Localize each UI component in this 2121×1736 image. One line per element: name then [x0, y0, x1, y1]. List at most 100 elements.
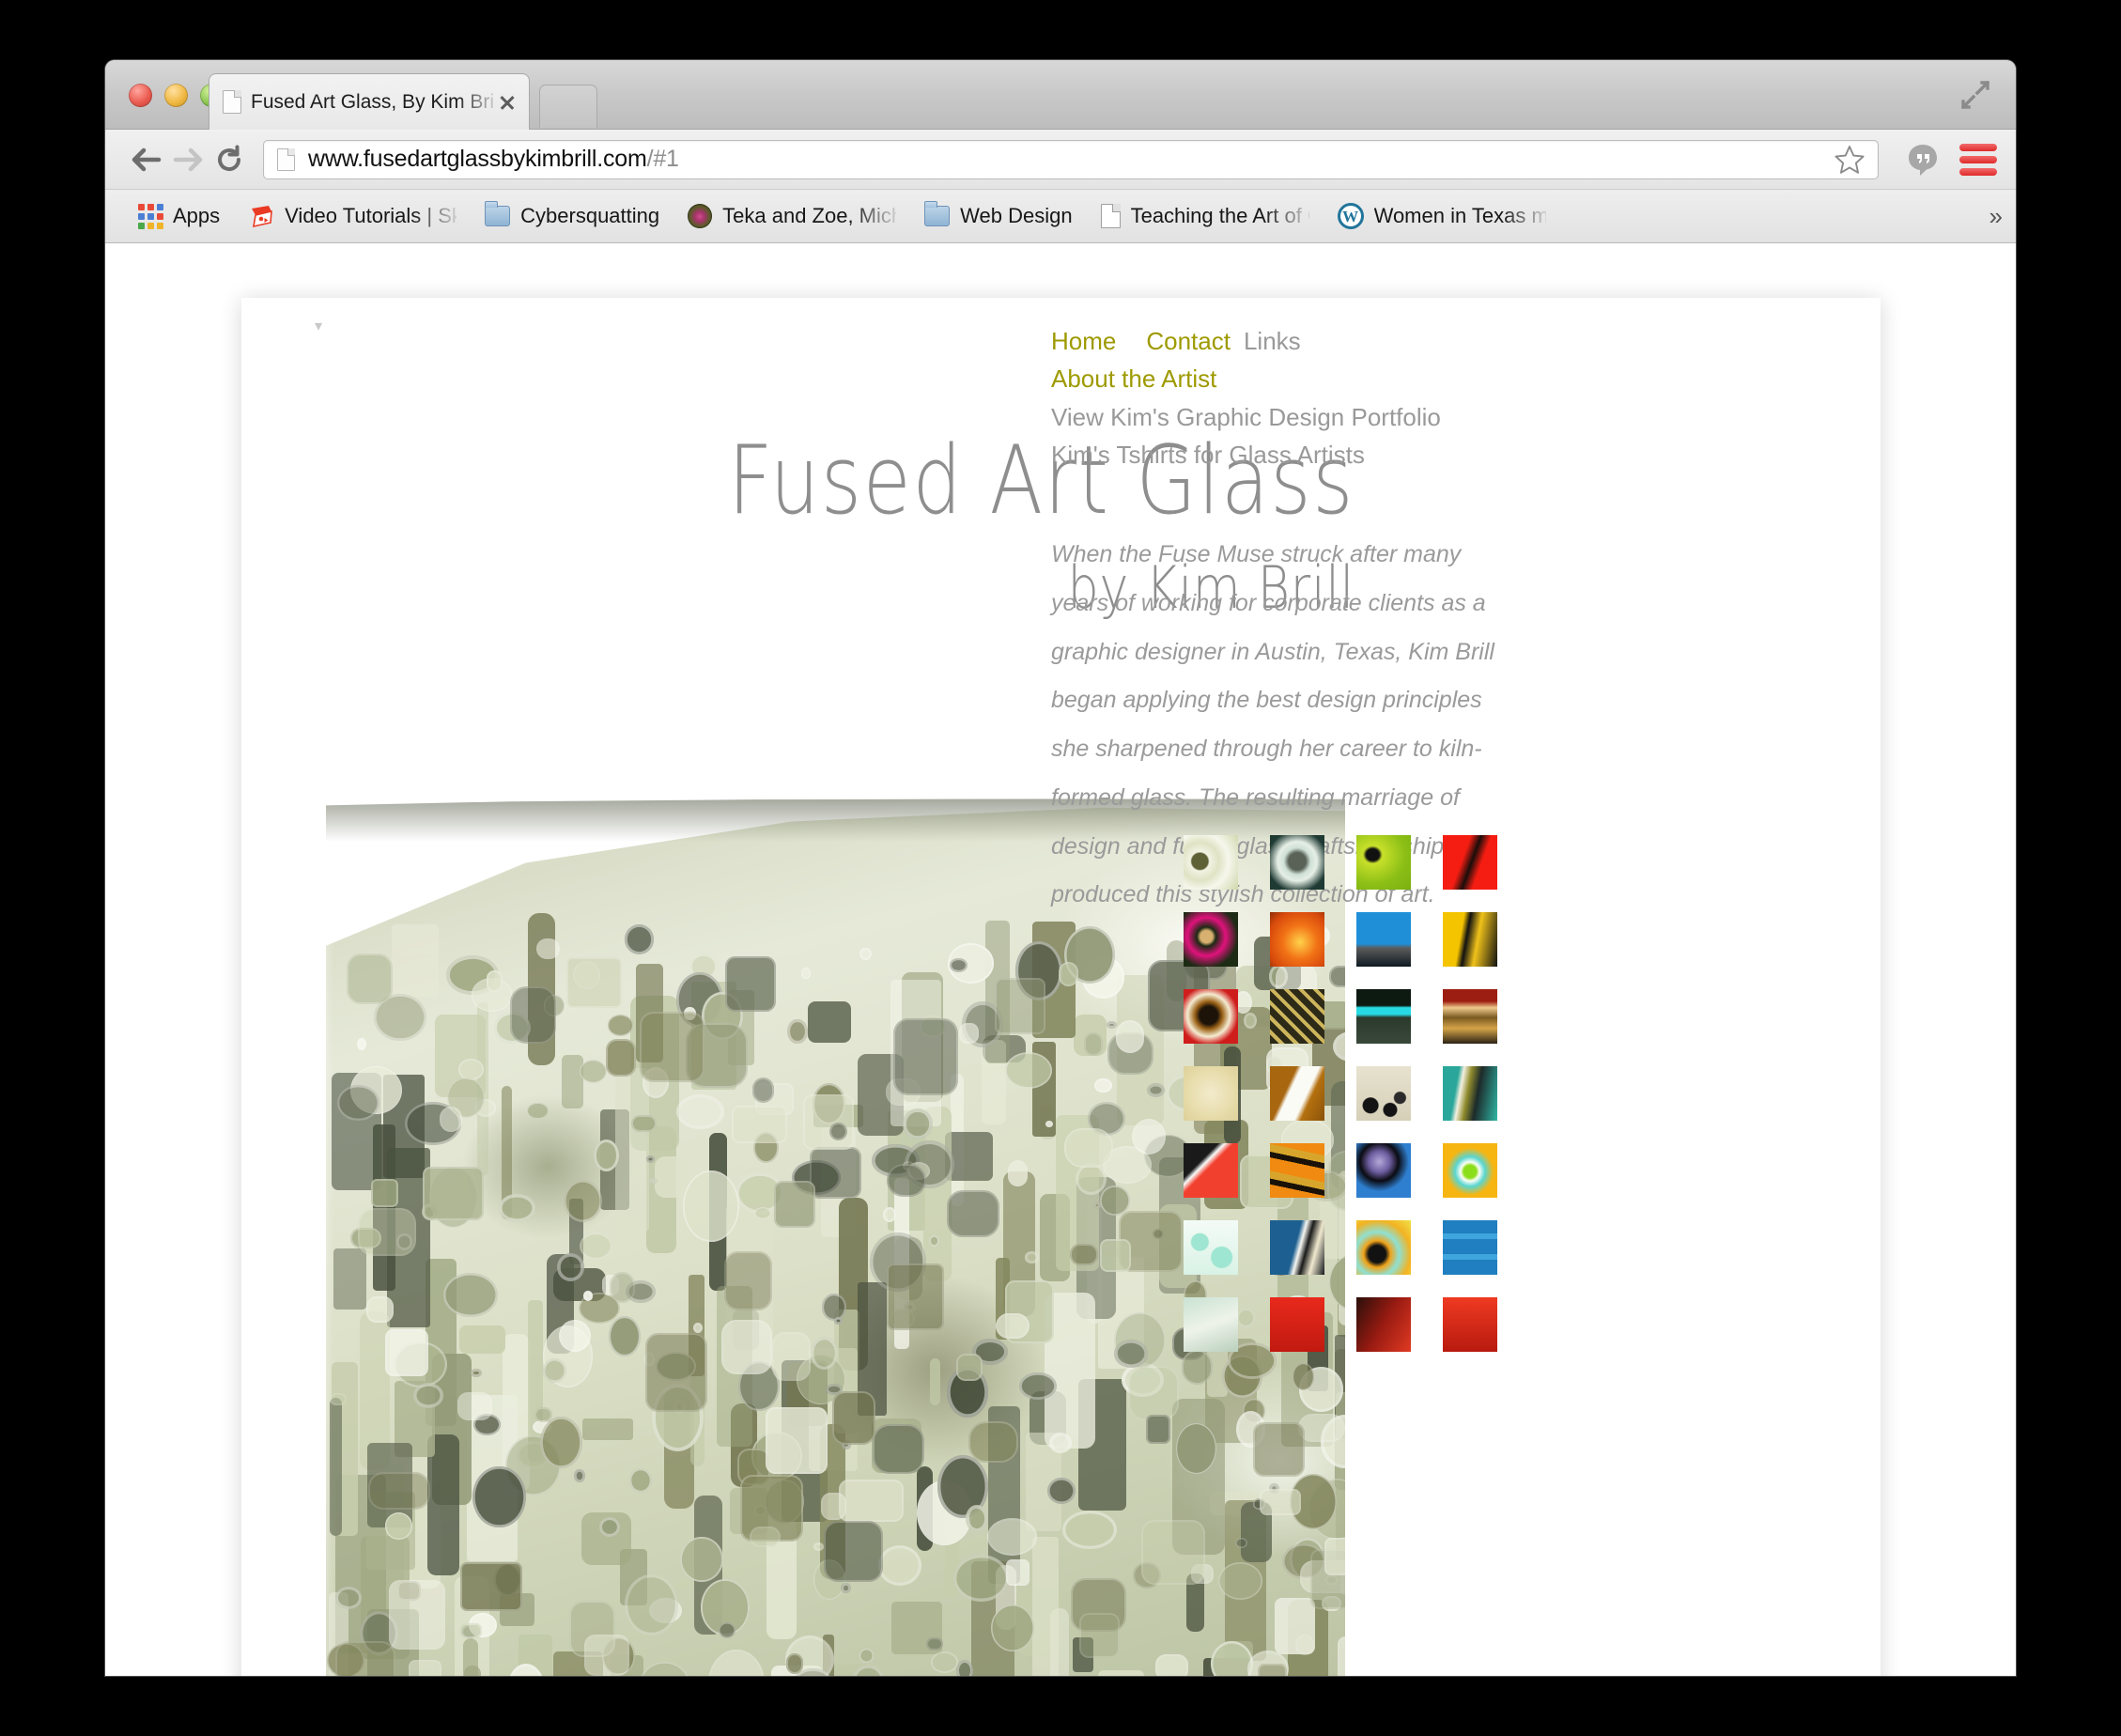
- artwork-dot: [607, 1015, 634, 1036]
- apps-grid-icon: [138, 204, 163, 229]
- artwork-dot: [1046, 1477, 1076, 1504]
- thumb-red-black-arc[interactable]: [1184, 1143, 1238, 1198]
- artwork-square: [724, 956, 776, 1013]
- thumb-orange-eye[interactable]: [1356, 1220, 1411, 1275]
- wordpress-icon: W: [1337, 203, 1364, 229]
- artwork-square: [803, 1094, 855, 1151]
- page-bottom-edge: [105, 1674, 2016, 1676]
- thumb-bw-circles[interactable]: [1356, 1066, 1411, 1121]
- new-tab-button[interactable]: [539, 85, 597, 128]
- artwork-tile: [929, 1358, 941, 1406]
- thumb-white-shard[interactable]: [1270, 1066, 1324, 1121]
- back-button[interactable]: [126, 139, 167, 180]
- artwork-square: [1006, 1558, 1030, 1587]
- thumb-confetti-dark[interactable]: [1270, 989, 1324, 1044]
- artwork-dot: [472, 1466, 526, 1528]
- thumb-crimson-a[interactable]: [1270, 1297, 1324, 1352]
- artwork-square: [645, 1332, 708, 1413]
- bookmark-apps[interactable]: Apps: [126, 197, 232, 235]
- artwork-dot: [608, 1315, 641, 1357]
- artwork-square: [486, 970, 503, 992]
- artwork-tile: [330, 1397, 343, 1536]
- address-bar[interactable]: www.fusedartglassbykimbrill.com/#1: [263, 139, 1879, 179]
- thumb-red-eye[interactable]: [1184, 989, 1238, 1044]
- window-close-button[interactable]: [129, 84, 152, 107]
- thumb-crimson-b[interactable]: [1443, 1297, 1497, 1352]
- thumb-mint-speckle[interactable]: [1184, 1220, 1238, 1275]
- thumb-navy-white[interactable]: [1270, 1220, 1324, 1275]
- nav-link-tshirts[interactable]: Kim's Tshirts for Glass Artists: [1051, 440, 1709, 471]
- bookmark-teka-and-zoe[interactable]: Teka and Zoe, Miche: [675, 197, 908, 235]
- artwork-dot: [583, 1291, 594, 1301]
- forward-button[interactable]: [167, 139, 209, 180]
- artwork-dot: [1048, 1433, 1073, 1454]
- website-content-card: ▾ Fused Art Glass by Kim Brill Home Conta…: [241, 298, 1881, 1676]
- window-minimize-button[interactable]: [164, 84, 188, 107]
- bookmark-cybersquatting[interactable]: Cybersquatting: [472, 197, 672, 235]
- chrome-menu-icon[interactable]: [1959, 143, 1997, 176]
- bookmark-teaching-the-art[interactable]: Teaching the Art of C: [1089, 197, 1322, 235]
- artwork-square: [631, 1115, 658, 1132]
- nav-link-graphic-portfolio[interactable]: View Kim's Graphic Design Portfolio: [1051, 402, 1709, 433]
- artwork-square: [996, 1313, 1030, 1339]
- artwork-tile: [1049, 1608, 1069, 1676]
- artwork-square: [893, 1017, 958, 1095]
- thumb-cyan-stripe[interactable]: [1356, 989, 1411, 1044]
- artwork-tile: [808, 1000, 852, 1043]
- artwork-square: [809, 1146, 862, 1199]
- nav-link-links[interactable]: Links: [1244, 327, 1301, 355]
- artwork-square: [720, 1320, 773, 1375]
- artwork-tile: [1007, 1160, 1029, 1187]
- thumb-magenta-swirl[interactable]: [1184, 912, 1238, 967]
- thumb-purple-moon[interactable]: [1356, 1143, 1411, 1198]
- bookmark-video-tutorials[interactable]: Video Tutorials | Ske: [236, 197, 469, 235]
- bookmark-label: Teka and Zoe, Miche: [722, 204, 897, 227]
- thumb-gold-green-dot[interactable]: [1443, 1143, 1497, 1198]
- artwork-square: [535, 938, 560, 959]
- fullscreen-arrows-icon[interactable]: [1960, 80, 1990, 110]
- browser-toolbar: www.fusedartglassbykimbrill.com/#1: [105, 130, 2016, 190]
- menu-bar-2: [1959, 155, 1997, 163]
- thumb-red-black[interactable]: [1443, 835, 1497, 890]
- artwork-dot: [499, 1193, 535, 1222]
- artwork-dot: [625, 924, 655, 954]
- bookmark-star-icon[interactable]: [1833, 143, 1866, 177]
- bookmarks-overflow-icon[interactable]: »: [1989, 204, 2003, 228]
- nav-link-about-the-artist[interactable]: About the Artist: [1051, 364, 1709, 395]
- omnibox-url-fragment: /#1: [646, 146, 679, 172]
- hangouts-icon[interactable]: [1903, 140, 1943, 179]
- thumb-blue-dot[interactable]: [1356, 912, 1411, 967]
- reload-button[interactable]: [209, 139, 250, 180]
- site-navigation: Home Contact Links About the Artist View K…: [1051, 326, 1709, 477]
- bookmark-women-in-texas[interactable]: W Women in Texas mig: [1325, 197, 1558, 235]
- thumb-seafoam-pale[interactable]: [1184, 1297, 1238, 1352]
- artwork-dot: [991, 1604, 1034, 1652]
- thumb-cream-square[interactable]: [1184, 1066, 1238, 1121]
- thumb-orange-cells[interactable]: [1270, 1143, 1324, 1198]
- thumb-crimson-dark[interactable]: [1356, 1297, 1411, 1352]
- artwork-square: [1182, 1350, 1214, 1386]
- artwork-dot: [801, 967, 812, 980]
- artwork-square: [422, 1166, 484, 1221]
- thumb-teal-curve[interactable]: [1443, 1066, 1497, 1121]
- nav-link-contact[interactable]: Contact: [1146, 327, 1231, 355]
- artwork-square: [330, 1392, 348, 1406]
- thumb-yellow-black[interactable]: [1443, 912, 1497, 967]
- nav-link-home[interactable]: Home: [1051, 327, 1116, 355]
- artwork-dot: [929, 1234, 939, 1247]
- thumb-orange-fire[interactable]: [1270, 912, 1324, 967]
- bookmark-web-design[interactable]: Web Design: [912, 197, 1084, 235]
- browser-tab-active[interactable]: Fused Art Glass, By Kim Brill: [209, 73, 530, 130]
- tab-close-icon[interactable]: [495, 90, 519, 115]
- thumb-teal-square[interactable]: [1270, 835, 1324, 890]
- thumb-olive-rings[interactable]: [1184, 835, 1238, 890]
- thumb-amber-blocks[interactable]: [1443, 989, 1497, 1044]
- artwork-square: [766, 1406, 828, 1475]
- thumb-blue-grid[interactable]: [1443, 1220, 1497, 1275]
- artwork-square: [771, 1331, 812, 1381]
- artwork-square: [510, 985, 557, 1045]
- artwork-square: [366, 1296, 394, 1323]
- artwork-square: [1145, 1414, 1170, 1445]
- artwork-dot: [413, 1383, 444, 1408]
- thumb-lime-black[interactable]: [1356, 835, 1411, 890]
